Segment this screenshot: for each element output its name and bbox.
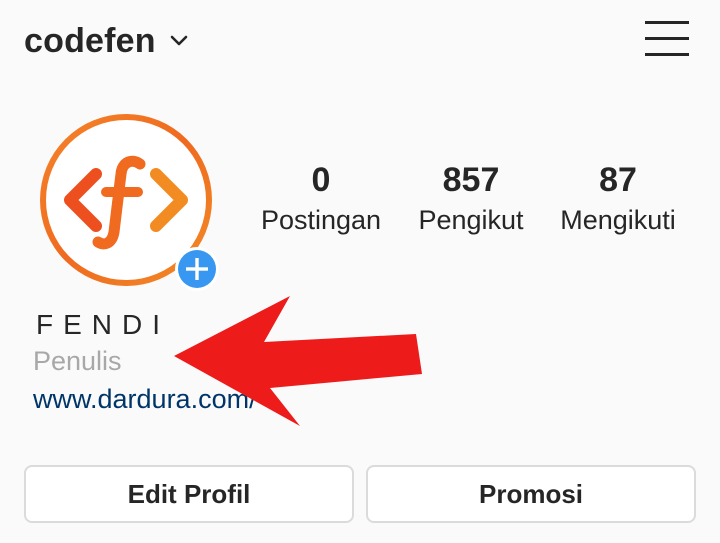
profile-category: Penulis (33, 346, 122, 376)
followers-count: 857 (442, 161, 500, 199)
menu-button[interactable] (644, 18, 690, 60)
account-switcher[interactable]: codefen (24, 18, 188, 64)
stat-posts[interactable]: 0 Postingan (241, 160, 401, 236)
stat-followers[interactable]: 857 Pengikut (391, 160, 551, 236)
plus-icon (175, 247, 219, 291)
edit-profile-button[interactable]: Edit Profil (24, 465, 354, 523)
add-story-button[interactable] (174, 246, 220, 292)
chevron-down-icon (170, 35, 188, 46)
posts-count: 0 (311, 161, 331, 199)
promote-button[interactable]: Promosi (366, 465, 696, 523)
followers-label: Pengikut (418, 205, 524, 235)
profile-name: FENDI (36, 309, 170, 340)
stat-following[interactable]: 87 Mengikuti (538, 160, 698, 236)
hamburger-menu-icon (645, 21, 689, 56)
following-label: Mengikuti (560, 205, 676, 235)
top-bar: codefen (0, 0, 720, 84)
username: codefen (24, 21, 156, 60)
red-arrow-left-icon (174, 296, 422, 426)
posts-label: Postingan (260, 205, 382, 235)
following-count: 87 (599, 161, 637, 199)
